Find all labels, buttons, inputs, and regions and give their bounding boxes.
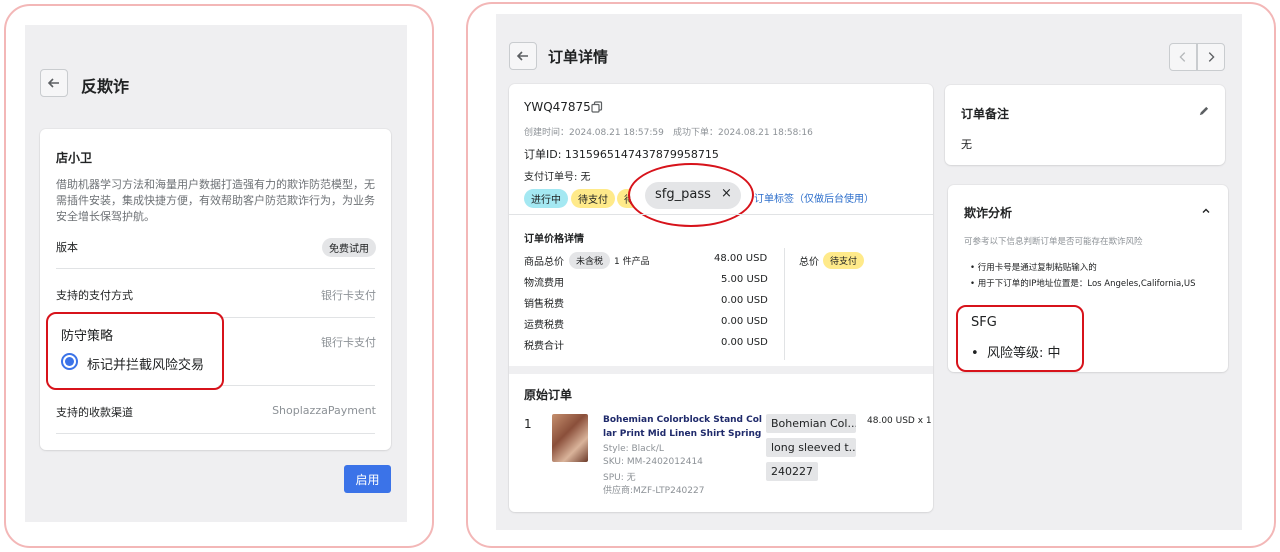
order-notes-value: 无 [961,138,972,151]
product-chip-code: 240227 [766,462,818,481]
item-index: 1 [524,417,532,431]
product-sku: SKU: MM-2402012414 [603,457,703,467]
chevron-right-icon [1208,52,1215,62]
version-label: 版本 [56,241,78,254]
defense-value: 银行卡支付 [321,336,376,349]
price-label-shipping: 物流费用 [524,278,564,289]
price-label-sales-tax: 销售税费 [524,299,564,310]
product-title-line-1[interactable]: Bohemian Colorblock Stand Col [603,415,762,425]
order-id: 订单ID: 1315965147437879958715 [524,148,719,161]
fraud-item: • 用于下订单的IP地址位置是：Los Angeles,California,U… [970,279,1196,289]
order-number: YWQ47875 [524,100,591,114]
section-gap [509,366,933,374]
payment-value: 银行卡支付 [321,289,376,302]
product-title-line-2[interactable]: lar Print Mid Linen Shirt Spring [603,429,761,439]
created-time: 创建时间：2024.08.21 18:57:59 [524,128,664,138]
divider [56,433,375,434]
arrow-left-icon [47,78,59,88]
price-label-tax-total: 税费合计 [524,341,564,352]
prev-order-button[interactable] [1169,43,1197,71]
price-label-subtotal: 商品总价 [524,257,564,268]
enable-button[interactable]: 启用 [344,465,391,493]
product-chip-name: Bohemian Col... [766,414,856,433]
version-badge: 免费试用 [322,238,376,257]
price-value-subtotal: 48.00 USD [714,253,768,264]
back-button[interactable] [40,69,68,97]
product-chip-type: long sleeved t... [766,438,856,457]
status-badge-processing: 进行中 [524,189,568,208]
price-value-shipping: 5.00 USD [721,274,768,285]
channel-value: ShoplazzaPayment [272,404,376,417]
price-value-shipping-tax: 0.00 USD [721,316,768,327]
arrow-left-icon [516,51,528,61]
price-section-title: 订单价格详情 [524,234,584,245]
order-notes-title: 订单备注 [961,107,1010,121]
chevron-left-icon [1179,52,1186,62]
total-status-badge: 待支付 [823,252,865,269]
product-image[interactable] [552,414,588,462]
price-value-sales-tax: 0.00 USD [721,295,768,306]
back-button[interactable] [509,42,537,70]
highlight-ring [46,312,224,390]
highlight-ring [956,305,1084,372]
highlight-ring [628,163,754,227]
payment-label: 支持的支付方式 [56,289,133,302]
app-description: 借助机器学习方法和海量用户数据打造强有力的欺诈防范模型，无 需插件安装，集成快捷… [56,178,375,223]
app-name: 店小卫 [56,151,93,165]
copy-icon[interactable] [591,101,603,113]
product-spu: SPU: 无 [603,473,636,483]
price-label-shipping-tax: 运费税费 [524,320,564,331]
total-label: 总价 [799,257,819,268]
fraud-item: • 行用卡号是通过复制粘贴输入的 [970,263,1097,273]
tax-badge: 未含税 [569,252,611,269]
page-title: 反欺诈 [81,77,130,96]
payment-order-number: 支付订单号: 无 [524,172,591,183]
divider [56,268,375,269]
product-supplier: 供应商:MZF-LTP240227 [603,486,705,496]
item-count: 1 件产品 [614,257,650,267]
app-card: 店小卫 借助机器学习方法和海量用户数据打造强有力的欺诈防范模型，无 需插件安装，… [40,129,391,450]
page-title: 订单详情 [548,48,609,66]
next-order-button[interactable] [1197,43,1225,71]
price-value-tax-total: 0.00 USD [721,337,768,348]
product-style: Style: Black/L [603,444,664,454]
status-badge-pending: 待支付 [571,189,615,208]
success-time: 成功下单：2024.08.21 18:58:16 [673,128,813,138]
channel-label: 支持的收款渠道 [56,406,133,419]
item-price: 48.00 USD x 1 [867,416,932,426]
order-notes-card: 订单备注 无 [945,85,1225,165]
vertical-divider [784,248,785,360]
order-tags-link[interactable]: 订单标签（仅做后台使用） [754,190,874,205]
fraud-analysis-title: 欺诈分析 [964,206,1013,220]
original-order-title: 原始订单 [524,388,573,402]
edit-icon[interactable] [1198,106,1209,117]
fraud-hint: 可参考以下信息判断订单是否可能存在欺诈风险 [964,237,1143,247]
chevron-up-icon[interactable] [1200,205,1212,217]
divider [509,214,933,215]
